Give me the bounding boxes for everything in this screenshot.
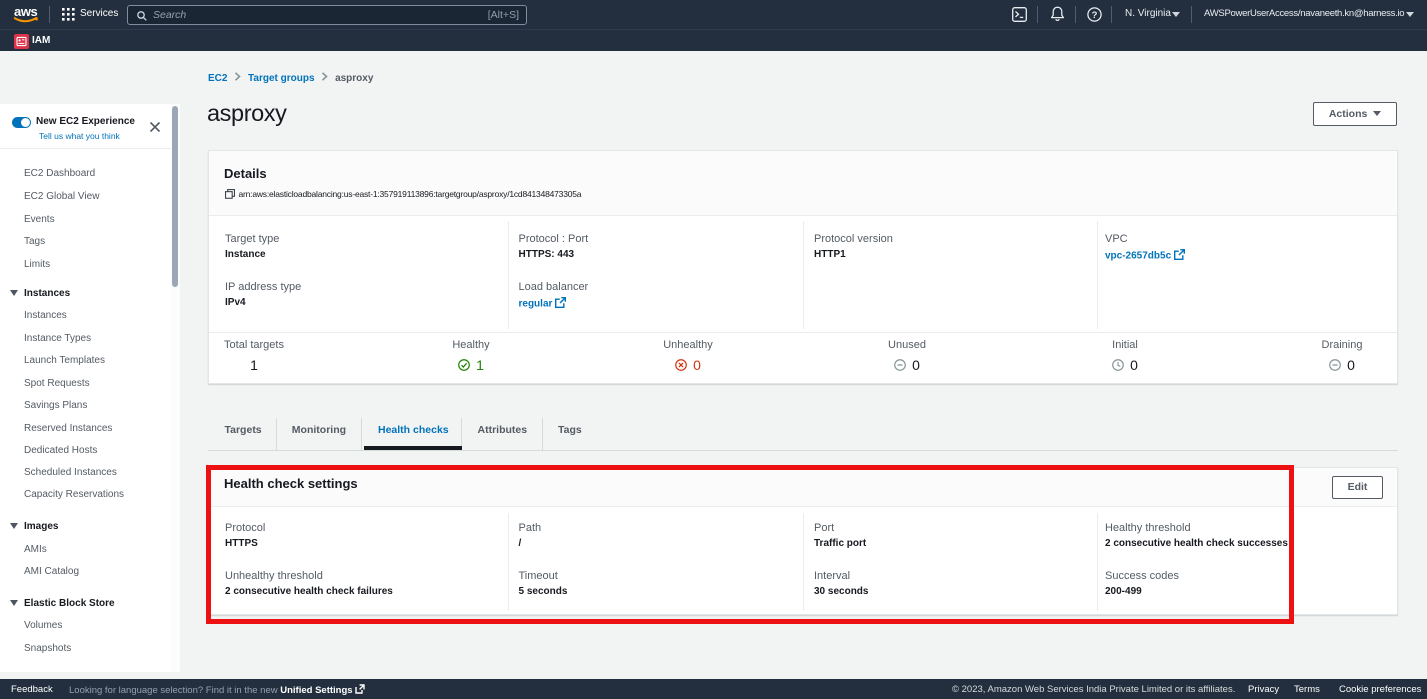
svg-text:?: ? xyxy=(1092,10,1098,21)
svg-text:aws: aws xyxy=(14,4,38,19)
